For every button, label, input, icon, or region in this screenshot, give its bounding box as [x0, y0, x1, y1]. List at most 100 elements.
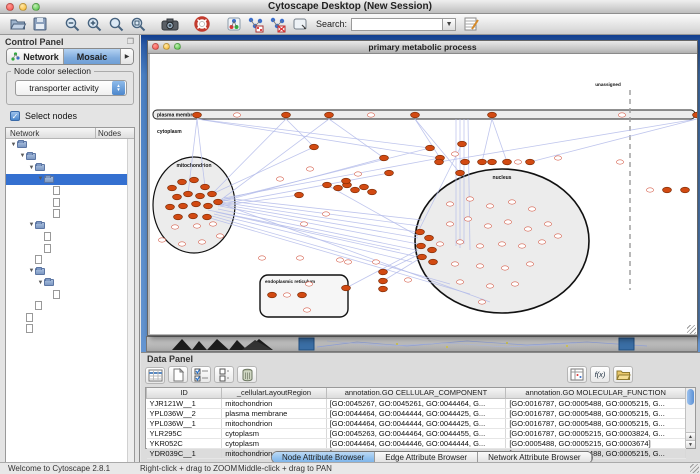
network-node[interactable] — [298, 292, 307, 298]
network-node-outline[interactable] — [372, 260, 379, 264]
tab-mosaic[interactable]: Mosaic — [64, 49, 121, 64]
table-col-header[interactable]: _cellularLayoutRegion — [222, 388, 326, 398]
network-node[interactable] — [426, 145, 435, 151]
network-node[interactable] — [214, 199, 223, 205]
network-node-outline[interactable] — [446, 222, 453, 226]
network-node[interactable] — [184, 191, 193, 197]
network-node-outline[interactable] — [504, 220, 511, 224]
zoom-fit-icon[interactable] — [106, 15, 126, 33]
network-node[interactable] — [418, 254, 427, 260]
network-node-outline[interactable] — [336, 258, 343, 262]
disclosure-triangle-icon[interactable]: ▼ — [37, 176, 44, 182]
table-row[interactable]: YPL036W__1mitochondrion[GO:0044464, GO:0… — [147, 418, 686, 428]
network-node[interactable] — [368, 189, 377, 195]
network-node[interactable] — [461, 159, 470, 165]
network-node-outline[interactable] — [436, 242, 443, 246]
network-node-outline[interactable] — [538, 240, 545, 244]
table-col-header[interactable]: annotation.GO CELLULAR_COMPONENT — [326, 388, 506, 398]
network-node[interactable] — [325, 112, 334, 118]
tree-row[interactable] — [6, 300, 134, 312]
zoom-in-icon[interactable] — [84, 15, 104, 33]
network-node-outline[interactable] — [178, 242, 185, 246]
network-node[interactable] — [428, 247, 437, 253]
network-node[interactable] — [478, 159, 487, 165]
table-row[interactable]: YLR295Ccytoplasm[GO:0045263, GO:0044464,… — [147, 428, 686, 438]
network-node[interactable] — [385, 170, 394, 176]
network-node[interactable] — [503, 159, 512, 165]
network-node-outline[interactable] — [258, 256, 265, 260]
network-node-outline[interactable] — [303, 308, 310, 312]
network-node[interactable] — [526, 159, 535, 165]
destroy-view-icon[interactable] — [268, 15, 288, 33]
network-node-outline[interactable] — [276, 177, 283, 181]
network-node-outline[interactable] — [498, 242, 505, 246]
window-resize-grip[interactable] — [687, 325, 696, 334]
network-node-outline[interactable] — [233, 113, 240, 117]
network-node[interactable] — [282, 112, 291, 118]
tree-row[interactable] — [6, 312, 134, 324]
load-attributes-icon[interactable] — [613, 366, 633, 383]
network-node-outline[interactable] — [446, 202, 453, 206]
network-node[interactable] — [429, 259, 438, 265]
network-node[interactable] — [435, 159, 444, 165]
network-node-outline[interactable] — [484, 224, 491, 228]
table-col-header[interactable]: annotation.GO MOLECULAR_FUNCTION — [506, 388, 686, 398]
region-nucleus[interactable] — [415, 169, 589, 313]
tree-row[interactable] — [6, 197, 134, 209]
network-node[interactable] — [360, 184, 369, 190]
network-node[interactable] — [379, 286, 388, 292]
network-node-outline[interactable] — [486, 284, 493, 288]
tree-row[interactable]: ▼ — [6, 151, 134, 163]
network-node-outline[interactable] — [486, 204, 493, 208]
network-node-outline[interactable] — [158, 238, 165, 242]
network-node[interactable] — [681, 187, 690, 193]
disclosure-triangle-icon[interactable]: ▼ — [28, 268, 35, 274]
network-node-outline[interactable] — [476, 264, 483, 268]
network-node-outline[interactable] — [618, 113, 625, 117]
float-panel-icon[interactable]: ❐ — [127, 37, 134, 46]
column-format-icon[interactable] — [145, 367, 165, 384]
network-node[interactable] — [268, 292, 277, 298]
network-node[interactable] — [190, 177, 199, 183]
network-node[interactable] — [201, 184, 210, 190]
network-node-outline[interactable] — [451, 152, 458, 156]
attribute-table[interactable]: ID_cellularLayoutRegionannotation.GO CEL… — [146, 388, 686, 459]
tree-row[interactable] — [6, 323, 134, 335]
network-node[interactable] — [693, 112, 697, 118]
network-node-outline[interactable] — [171, 225, 178, 229]
network-node-outline[interactable] — [616, 160, 623, 164]
network-node-outline[interactable] — [528, 207, 535, 211]
network-node-outline[interactable] — [501, 266, 508, 270]
network-node-outline[interactable] — [283, 293, 290, 297]
network-node-outline[interactable] — [198, 240, 205, 244]
network-node[interactable] — [189, 213, 198, 219]
background-network-window[interactable] — [146, 336, 698, 352]
network-node-outline[interactable] — [554, 234, 561, 238]
tree-row[interactable] — [6, 231, 134, 243]
network-node[interactable] — [488, 159, 497, 165]
snapshot-icon[interactable] — [160, 15, 180, 33]
disclosure-triangle-icon[interactable]: ▼ — [37, 280, 44, 286]
network-node[interactable] — [168, 185, 177, 191]
tree-row[interactable]: ▼ — [6, 266, 134, 278]
network-node[interactable] — [179, 203, 188, 209]
network-node-outline[interactable] — [209, 222, 216, 226]
network-node[interactable] — [342, 285, 351, 291]
network-node[interactable] — [208, 191, 217, 197]
disclosure-triangle-icon[interactable]: ▼ — [10, 142, 17, 148]
network-node-outline[interactable] — [508, 200, 515, 204]
formula-builder-icon[interactable]: f(x) — [590, 366, 610, 383]
network-node[interactable] — [334, 185, 343, 191]
tree-row[interactable] — [6, 185, 134, 197]
tree-row[interactable] — [6, 208, 134, 220]
network-node[interactable] — [310, 144, 319, 150]
table-row[interactable]: YJR121W__1mitochondrion[GO:0045267, GO:0… — [147, 398, 686, 408]
unselect-attributes-icon[interactable] — [214, 366, 234, 383]
network-node[interactable] — [193, 112, 202, 118]
network-node[interactable] — [379, 278, 388, 284]
network-node-outline[interactable] — [322, 212, 329, 216]
tree-row[interactable] — [6, 243, 134, 255]
network-node-outline[interactable] — [456, 280, 463, 284]
network-node[interactable] — [323, 182, 332, 188]
disclosure-triangle-icon[interactable]: ▼ — [19, 153, 26, 159]
